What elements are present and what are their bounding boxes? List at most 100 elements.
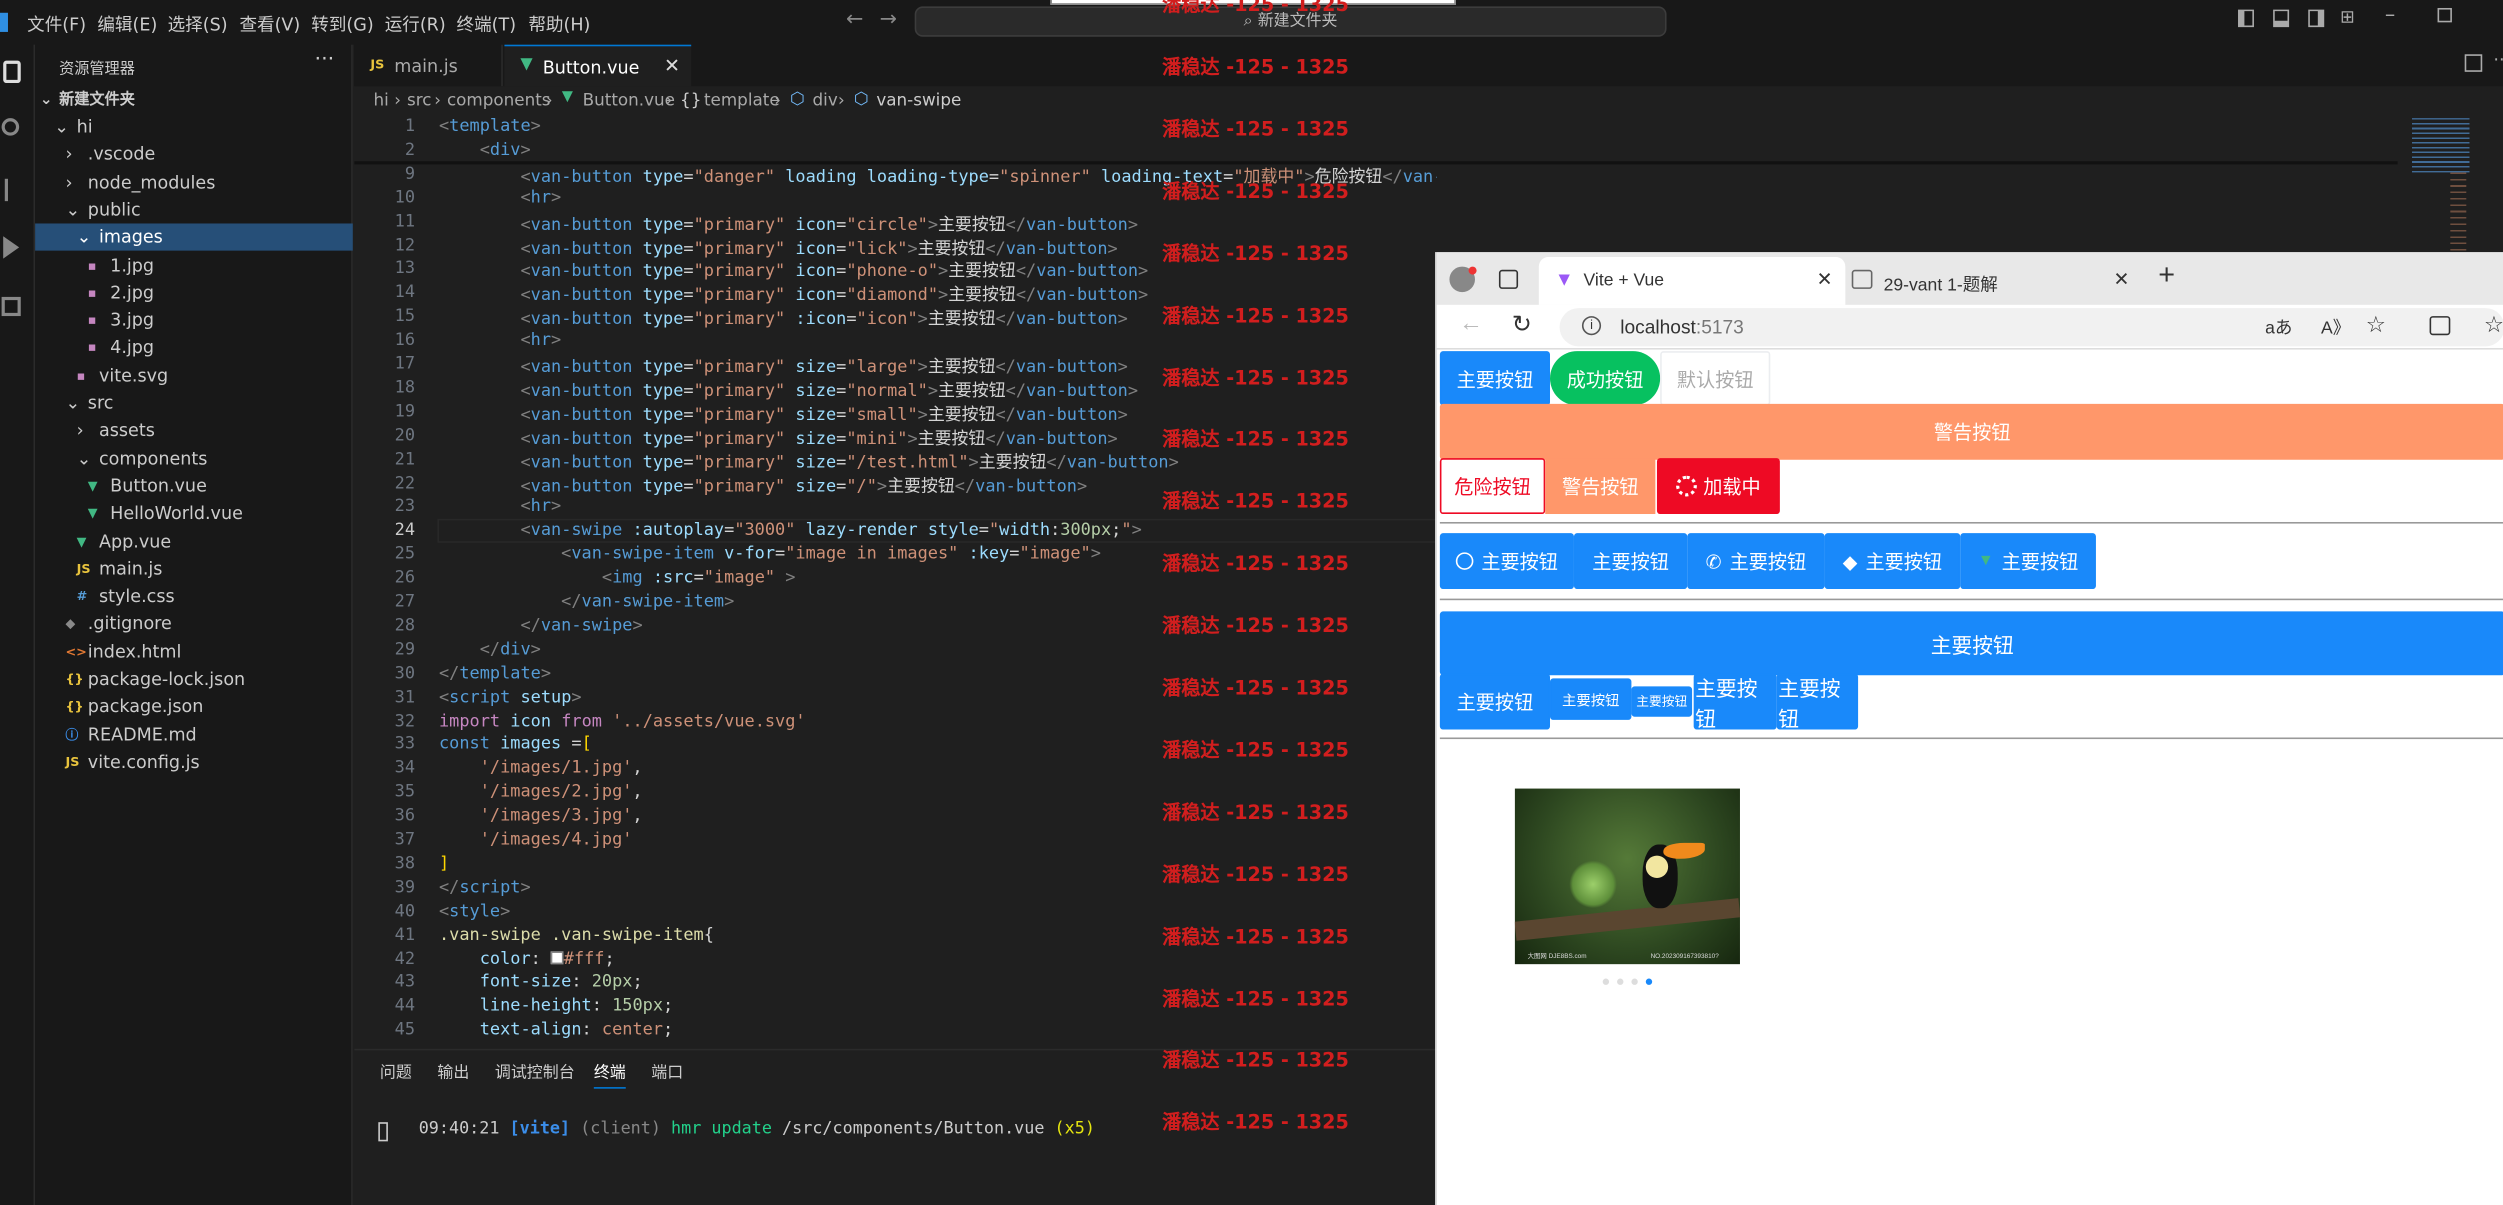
split-screen-icon[interactable] — [2429, 316, 2451, 336]
tree-item--vscode[interactable]: › .vscode — [35, 141, 353, 168]
tab-actions-icon[interactable] — [1498, 269, 1519, 289]
source-control-icon[interactable] — [4, 178, 16, 202]
code-line[interactable]: <script setup> — [439, 687, 582, 706]
primary-button[interactable]: 主要按钮 — [1776, 673, 1859, 730]
tab-terminal[interactable]: 终端 — [593, 1058, 626, 1089]
editor-more-icon[interactable]: ··· — [2493, 49, 2503, 70]
tree-item-node-modules[interactable]: › node_modules — [35, 169, 353, 196]
danger-loading-button[interactable]: 加载中 — [1656, 458, 1780, 515]
search-activity-icon[interactable] — [1, 118, 20, 136]
run-debug-icon[interactable] — [3, 236, 20, 259]
toggle-secondary-sidebar-icon[interactable] — [2308, 9, 2325, 28]
code-line[interactable]: <van-swipe-item v-for="image in images" … — [439, 545, 1101, 564]
more-actions-icon[interactable]: ··· — [314, 48, 334, 72]
code-line[interactable]: <van-button type="primary" icon="diamond… — [439, 283, 1148, 307]
code-line[interactable]: '/images/3.jpg', — [439, 806, 643, 825]
menu-edit[interactable]: 编辑(E) — [97, 11, 157, 37]
tree-item-2-jpg[interactable]: ▪ 2.jpg — [35, 279, 353, 306]
toggle-panel-icon[interactable] — [2273, 9, 2290, 28]
tree-item-app-vue[interactable]: ▼ App.vue — [35, 528, 353, 555]
primary-large-button[interactable]: 主要按钮 — [1439, 611, 2503, 676]
browser-tab-vant[interactable]: 29-vant 1-题解 ✕ — [1845, 257, 2139, 305]
code-line[interactable]: <van-button type="primary" size="/">主要按钮… — [439, 473, 1087, 497]
tree-item-vite-config-js[interactable]: JS vite.config.js — [35, 748, 353, 775]
breadcrumb-file[interactable]: Button.vue — [583, 91, 675, 110]
swipe-dot[interactable] — [1631, 978, 1638, 985]
tree-item-components[interactable]: ⌄ components — [35, 445, 353, 472]
code-line[interactable]: '/images/1.jpg', — [439, 759, 643, 778]
close-tab-icon[interactable]: ✕ — [1817, 268, 1833, 290]
read-aloud-icon[interactable]: A》 — [2321, 314, 2350, 340]
menu-file[interactable]: 文件(F) — [27, 11, 86, 37]
swipe-image[interactable]: 大图网 DJE8BS.com NO.202309167393810? — [1514, 788, 1740, 965]
primary-normal-button[interactable]: 主要按钮 — [1439, 673, 1551, 730]
primary-circle-icon-button[interactable]: 主要按钮 — [1439, 533, 1574, 590]
code-line[interactable]: '/images/4.jpg' — [439, 830, 633, 849]
tab-problems[interactable]: 问题 — [380, 1058, 412, 1083]
code-line[interactable]: ] — [439, 854, 449, 873]
tree-item-public[interactable]: ⌄ public — [35, 196, 353, 223]
tab-button-vue[interactable]: ▼ Button.vue ✕ — [504, 44, 692, 87]
code-line[interactable]: </script> — [439, 878, 531, 897]
breadcrumb-van-swipe[interactable]: van-swipe — [876, 91, 961, 110]
code-line[interactable]: <hr> — [439, 497, 561, 516]
menu-view[interactable]: 查看(V) — [239, 11, 300, 37]
tree-item-assets[interactable]: › assets — [35, 417, 353, 444]
swipe-dot-active[interactable] — [1645, 978, 1653, 985]
reload-icon[interactable]: ↻ — [1512, 310, 1532, 338]
browser-tab-vite[interactable]: ▼ Vite + Vue ✕ — [1538, 257, 1846, 305]
breadcrumb-hi[interactable]: hi — [374, 91, 389, 110]
success-round-button[interactable]: 成功按钮 — [1550, 351, 1661, 406]
code-line[interactable]: <van-button type="primary" icon="lick">主… — [439, 235, 1117, 259]
tree-item-3-jpg[interactable]: ▪ 3.jpg — [35, 307, 353, 334]
code-line[interactable]: <van-button type="primary" size="/test.h… — [439, 450, 1178, 474]
tree-item-helloworld-vue[interactable]: ▼ HelloWorld.vue — [35, 500, 353, 527]
tree-item-vite-svg[interactable]: ▪ vite.svg — [35, 362, 353, 389]
menu-selection[interactable]: 选择(S) — [168, 11, 228, 37]
breadcrumb-div[interactable]: div — [813, 91, 838, 110]
code-line[interactable]: import icon from '../assets/vue.svg' — [439, 711, 806, 730]
code-line[interactable]: <hr> — [439, 188, 561, 207]
code-line[interactable]: <div> — [439, 140, 531, 159]
new-tab-icon[interactable]: + — [2158, 259, 2175, 293]
tree-item-style-css[interactable]: # style.css — [35, 583, 353, 610]
tree-item-images[interactable]: ⌄ images — [35, 223, 353, 251]
code-line[interactable]: <style> — [439, 901, 510, 920]
code-line[interactable]: </van-swipe-item> — [439, 592, 734, 611]
tree-item-package-lock-json[interactable]: {} package-lock.json — [35, 666, 353, 693]
code-line[interactable]: <van-button type="primary" size="normal"… — [439, 378, 1138, 402]
tab-main-js[interactable]: JS main.js — [354, 44, 503, 87]
primary-phone-icon-button[interactable]: ✆ 主要按钮 — [1687, 533, 1825, 590]
menu-help[interactable]: 帮助(H) — [528, 11, 590, 37]
warning-block-button[interactable]: 警告按钮 — [1439, 403, 2503, 460]
close-tab-icon[interactable]: ✕ — [664, 54, 680, 76]
warning-square-button[interactable]: 警告按钮 — [1545, 458, 1656, 515]
default-disabled-button[interactable]: 默认按钮 — [1660, 351, 1771, 406]
minimize-icon[interactable]: – — [2385, 3, 2395, 27]
code-line[interactable]: line-height: 150px; — [439, 997, 674, 1016]
code-line[interactable]: <img :src="image" > — [439, 568, 796, 587]
url-field[interactable]: i localhost:5173 aあ A》 ☆ — [1559, 308, 2503, 347]
code-line[interactable]: <van-button type="primary" icon="phone-o… — [439, 259, 1148, 283]
translate-icon[interactable]: aあ — [2265, 314, 2292, 340]
customize-layout-icon[interactable]: ⊞ — [2340, 6, 2355, 27]
menu-terminal[interactable]: 终端(T) — [457, 11, 517, 37]
toggle-sidebar-icon[interactable] — [2238, 9, 2254, 28]
minimap[interactable] — [2402, 115, 2482, 285]
breadcrumb-template[interactable]: template — [704, 91, 780, 110]
swipe-dot[interactable] — [1602, 978, 1610, 985]
code-line[interactable]: color: #fff; — [439, 949, 615, 968]
code-line[interactable]: <van-button type="primary" size="large">… — [439, 354, 1127, 378]
back-icon[interactable]: ← — [1459, 310, 1483, 337]
code-line[interactable]: '/images/2.jpg', — [439, 782, 643, 801]
breadcrumb-src[interactable]: src — [407, 91, 431, 110]
primary-button[interactable]: 主要按钮 — [1439, 351, 1551, 406]
tree-item-package-json[interactable]: {} package.json — [35, 693, 353, 720]
forward-arrow-icon[interactable]: → — [880, 8, 897, 32]
close-tab-icon[interactable]: ✕ — [2114, 268, 2130, 290]
code-line[interactable]: font-size: 20px; — [439, 973, 643, 992]
primary-mini-button[interactable]: 主要按钮 — [1631, 686, 1693, 717]
code-line[interactable]: text-align: center; — [439, 1020, 674, 1039]
workspace-folder-header[interactable]: ⌄ 新建文件夹 — [35, 86, 353, 113]
tree-item-main-js[interactable]: JS main.js — [35, 555, 353, 582]
